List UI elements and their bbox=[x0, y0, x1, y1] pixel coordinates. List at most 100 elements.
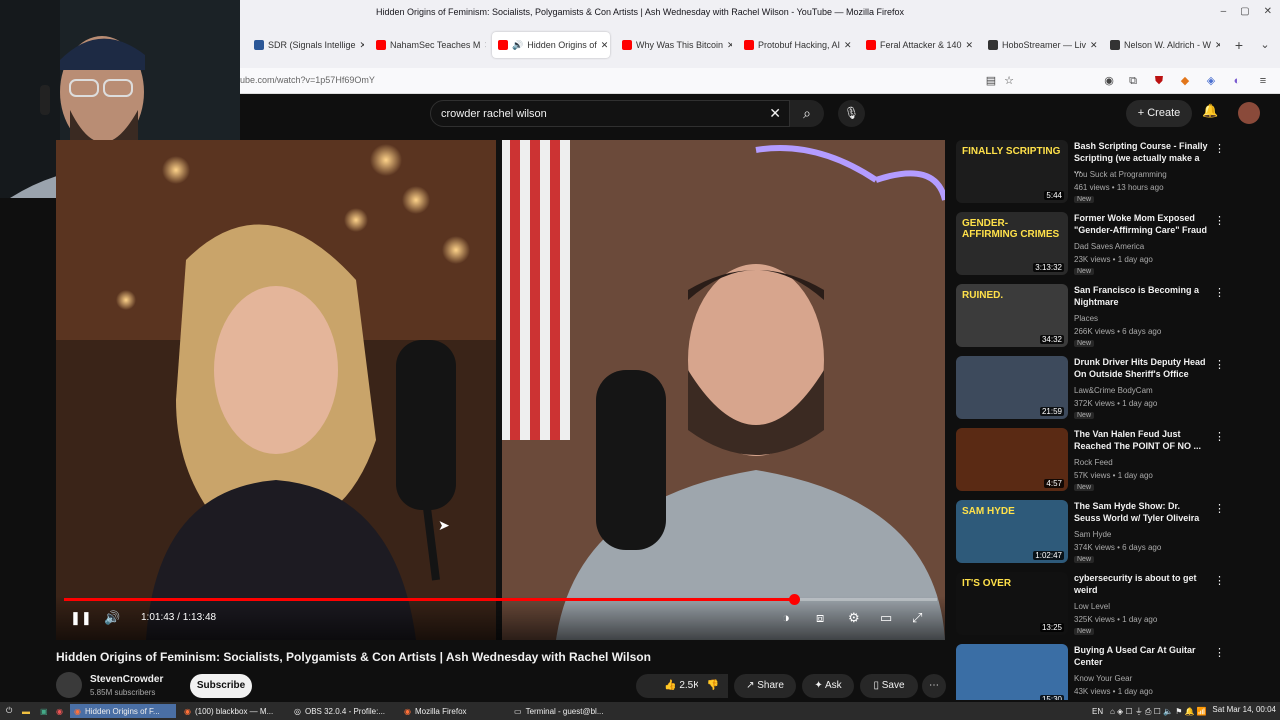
related-video-item[interactable]: GENDER-AFFIRMING CRIMES 3:13:32 Former Wok… bbox=[956, 212, 1226, 280]
tab-list-icon[interactable]: ⌄ bbox=[1258, 38, 1272, 52]
related-video-item[interactable]: 21:59 Drunk Driver Hits Deputy Head On Ou… bbox=[956, 356, 1226, 424]
metamask-icon[interactable]: ◆ bbox=[1178, 74, 1192, 88]
taskbar-item[interactable]: ◉ (100) blackbox — M... bbox=[180, 704, 288, 718]
video-thumbnail[interactable]: 15:30 bbox=[956, 644, 1068, 700]
taskbar-item[interactable]: ◉ Mozilla Firefox bbox=[400, 704, 506, 718]
create-button[interactable]: + Create bbox=[1126, 100, 1192, 127]
video-thumbnail[interactable]: GENDER-AFFIRMING CRIMES 3:13:32 bbox=[956, 212, 1068, 275]
related-video-item[interactable]: IT'S OVER 13:25 cybersecurity is about to … bbox=[956, 572, 1226, 640]
tab-close-icon[interactable]: ✕ bbox=[601, 40, 609, 51]
more-vertical-icon[interactable]: ⋮ bbox=[1214, 286, 1225, 299]
share-button[interactable]: ↗ Share bbox=[734, 674, 796, 698]
related-video-title[interactable]: The Van Halen Feud Just Reached The POIN… bbox=[1074, 428, 1208, 452]
autoplay-toggle-icon[interactable]: ◑ bbox=[782, 610, 790, 625]
related-channel-name[interactable]: Dad Saves America bbox=[1074, 242, 1144, 251]
taskbar-item[interactable]: ▭ Terminal - guest@bl... bbox=[510, 704, 620, 718]
more-actions-button[interactable]: ⋯ bbox=[922, 674, 946, 698]
more-vertical-icon[interactable]: ⋮ bbox=[1214, 358, 1225, 371]
related-channel-name[interactable]: Places bbox=[1074, 314, 1098, 323]
reader-view-icon[interactable]: ▤ bbox=[984, 74, 998, 88]
tab-close-icon[interactable]: ✕ bbox=[360, 40, 364, 51]
tab[interactable]: Feral Attacker & 140 ✕ bbox=[860, 32, 976, 58]
tab[interactable]: Nelson W. Aldrich - W ✕ bbox=[1104, 32, 1220, 58]
minimize-icon[interactable]: – bbox=[1221, 0, 1227, 24]
related-channel-name[interactable]: Low Level bbox=[1074, 602, 1110, 611]
bookmark-star-icon[interactable]: ☆ bbox=[1002, 74, 1016, 88]
related-channel-name[interactable]: Law&Crime BodyCam bbox=[1074, 386, 1153, 395]
browser-icon[interactable]: ◉ bbox=[52, 704, 67, 718]
taskbar-item[interactable]: ◉ Hidden Origins of F... bbox=[70, 704, 176, 718]
file-manager-icon[interactable]: ▬ bbox=[18, 704, 34, 718]
url-text[interactable]: ube.com/watch?v=1p57Hf69OmY bbox=[240, 75, 375, 85]
extension-icon[interactable]: ◈ bbox=[1204, 74, 1218, 88]
account-icon[interactable]: ◉ bbox=[1102, 74, 1116, 88]
volume-icon[interactable]: 🔊 bbox=[104, 610, 120, 626]
settings-gear-icon[interactable]: ⚙ bbox=[848, 610, 860, 626]
search-input[interactable]: crowder rachel wilson ✕ bbox=[430, 100, 790, 127]
more-vertical-icon[interactable]: ⋮ bbox=[1214, 574, 1225, 587]
search-query[interactable]: crowder rachel wilson bbox=[441, 108, 547, 120]
related-video-title[interactable]: cybersecurity is about to get weird bbox=[1074, 572, 1208, 596]
related-channel-name[interactable]: Know Your Gear bbox=[1074, 674, 1132, 683]
related-channel-name[interactable]: You Suck at Programming bbox=[1074, 170, 1167, 179]
related-video-title[interactable]: San Francisco is Becoming a Nightmare bbox=[1074, 284, 1208, 308]
tab-close-icon[interactable]: ✕ bbox=[966, 40, 974, 51]
related-video-item[interactable]: 4:57 The Van Halen Feud Just Reached The … bbox=[956, 428, 1226, 496]
video-thumbnail[interactable]: 21:59 bbox=[956, 356, 1068, 419]
ask-button[interactable]: ✦ Ask bbox=[802, 674, 854, 698]
tab-close-icon[interactable]: ✕ bbox=[844, 40, 852, 51]
tab-active[interactable]: 🔊 Hidden Origins of ✕ bbox=[492, 32, 610, 58]
subscribe-button[interactable]: Subscribe bbox=[190, 674, 252, 698]
dislike-button[interactable]: 👎 bbox=[698, 674, 728, 698]
related-video-item[interactable]: FINALLY SCRIPTING 5:44 Bash Scripting Cour… bbox=[956, 140, 1226, 208]
video-thumbnail[interactable]: SAM HYDE 1:02:47 bbox=[956, 500, 1068, 563]
fullscreen-icon[interactable]: ⤢ bbox=[912, 610, 922, 626]
tab-close-icon[interactable]: ✕ bbox=[727, 40, 732, 51]
clock[interactable]: Sat Mar 14, 00:04 bbox=[1212, 705, 1276, 714]
video-player[interactable]: ❚❚ 🔊 1:01:43 / 1:13:48 ◑ ⧈ ⚙ ▭ ⤢ bbox=[56, 140, 945, 640]
related-video-title[interactable]: The Sam Hyde Show: Dr. Seuss World w/ Ty… bbox=[1074, 500, 1208, 524]
voice-search-button[interactable]: 🎙 bbox=[838, 100, 865, 127]
tab[interactable]: NahamSec Teaches M ✕ bbox=[370, 32, 486, 58]
speaker-icon[interactable]: 🔊 bbox=[512, 40, 523, 51]
related-video-item[interactable]: RUINED. 34:32 San Francisco is Becoming a … bbox=[956, 284, 1226, 352]
tab-close-icon[interactable]: ✕ bbox=[484, 40, 486, 51]
maximize-icon[interactable]: ▢ bbox=[1240, 0, 1249, 24]
channel-name[interactable]: StevenCrowder bbox=[90, 674, 163, 685]
clear-search-icon[interactable]: ✕ bbox=[769, 105, 781, 122]
tab-close-icon[interactable]: ✕ bbox=[1215, 40, 1220, 51]
channel-avatar[interactable] bbox=[56, 672, 82, 698]
related-channel-name[interactable]: Sam Hyde bbox=[1074, 530, 1111, 539]
related-channel-name[interactable]: Rock Feed bbox=[1074, 458, 1113, 467]
more-vertical-icon[interactable]: ⋮ bbox=[1214, 502, 1225, 515]
tab[interactable]: Protobuf Hacking, AI ✕ bbox=[738, 32, 854, 58]
menu-icon[interactable]: ≡ bbox=[1256, 74, 1270, 88]
terminal-icon[interactable]: ▣ bbox=[36, 704, 52, 718]
tab[interactable]: Why Was This Bitcoin ✕ bbox=[616, 32, 732, 58]
video-thumbnail[interactable]: 4:57 bbox=[956, 428, 1068, 491]
more-vertical-icon[interactable]: ⋮ bbox=[1214, 214, 1225, 227]
theater-mode-icon[interactable]: ▭ bbox=[880, 610, 892, 626]
more-vertical-icon[interactable]: ⋮ bbox=[1214, 646, 1225, 659]
extensions-icon[interactable]: ⧉ bbox=[1126, 74, 1140, 88]
keyboard-layout[interactable]: EN bbox=[1088, 704, 1107, 718]
progress-bar[interactable] bbox=[64, 594, 937, 605]
video-thumbnail[interactable]: FINALLY SCRIPTING 5:44 bbox=[956, 140, 1068, 203]
search-button[interactable]: ⌕ bbox=[790, 100, 824, 127]
user-avatar[interactable] bbox=[1238, 102, 1260, 124]
tab-close-icon[interactable]: ✕ bbox=[1090, 40, 1098, 51]
close-icon[interactable]: ✕ bbox=[1264, 0, 1272, 24]
pause-icon[interactable]: ❚❚ bbox=[70, 610, 92, 626]
captions-icon[interactable]: ⧈ bbox=[816, 610, 824, 626]
related-video-title[interactable]: Former Woke Mom Exposed "Gender-Affirmin… bbox=[1074, 212, 1208, 236]
taskbar-item[interactable]: ◎ OBS 32.0.4 - Profile:... bbox=[290, 704, 398, 718]
progress-scrubber[interactable] bbox=[788, 594, 800, 605]
related-video-item[interactable]: SAM HYDE 1:02:47 The Sam Hyde Show: Dr. Se… bbox=[956, 500, 1226, 568]
save-button[interactable]: ▯ Save bbox=[860, 674, 918, 698]
video-thumbnail[interactable]: RUINED. 34:32 bbox=[956, 284, 1068, 347]
video-thumbnail[interactable]: IT'S OVER 13:25 bbox=[956, 572, 1068, 635]
more-vertical-icon[interactable]: ⋮ bbox=[1214, 142, 1225, 155]
more-vertical-icon[interactable]: ⋮ bbox=[1214, 430, 1225, 443]
app-menu-icon[interactable]: ⏻ bbox=[2, 704, 16, 718]
extension-icon[interactable]: ◐ bbox=[1230, 74, 1244, 88]
